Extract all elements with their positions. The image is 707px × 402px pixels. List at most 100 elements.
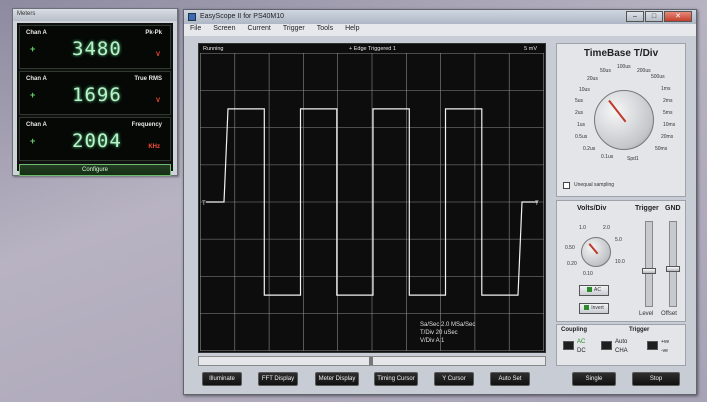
- maximize-button[interactable]: □: [645, 11, 663, 22]
- invert-button-label: Invert: [591, 305, 604, 311]
- scope-graticule: T T: [200, 53, 544, 351]
- scrollbar-thumb[interactable]: [369, 357, 373, 365]
- volts-div-knob[interactable]: [581, 237, 611, 267]
- fft-display-button[interactable]: FFT Display: [258, 372, 298, 386]
- volts-trigger-panel: Volts/Div Trigger GND 1.0 2.0 0.50 5.0 0…: [556, 200, 686, 322]
- volts-label: 10.0: [615, 259, 625, 265]
- trigger-marker-left: T: [202, 201, 206, 207]
- tb-label: 200us: [637, 68, 651, 74]
- coupling-ac: AC: [577, 339, 586, 345]
- configure-button[interactable]: Configure: [19, 164, 171, 176]
- tb-label: 2us: [575, 110, 584, 116]
- meter-unit: KHz: [148, 144, 160, 150]
- coupling-dc: DC: [577, 348, 586, 354]
- trigger-heading: Trigger: [629, 327, 650, 333]
- volts-title: Volts/Div: [577, 205, 607, 212]
- offset-slider[interactable]: [666, 221, 680, 307]
- meter-channel: Chan A: [26, 76, 47, 82]
- trigger-cha: CHA: [615, 348, 628, 354]
- meter-unit: V: [155, 52, 160, 58]
- tb-label: 10us: [579, 87, 590, 93]
- volts-status: 5 mV: [524, 46, 537, 52]
- tb-label: 10ms: [663, 122, 676, 128]
- minimize-button[interactable]: –: [626, 11, 644, 22]
- meters-titlebar[interactable]: Meters: [13, 9, 177, 21]
- gnd-title: GND: [665, 205, 681, 212]
- meter-sign: +: [30, 136, 36, 146]
- meter-sign: +: [30, 90, 36, 100]
- ac-button-label: AC: [594, 287, 601, 293]
- trigger-auto: Auto: [615, 339, 628, 345]
- menu-help[interactable]: Help: [345, 25, 359, 35]
- coupling-switch[interactable]: [563, 341, 574, 350]
- trigger-slope-switch[interactable]: [647, 341, 658, 350]
- acquisition-info: Sa/Sec 2.0 MSa/Sec T/Div 20 uSec V/Div A…: [420, 321, 475, 345]
- window-controls: – □ ✕: [626, 11, 692, 22]
- meter-unit: V: [155, 98, 160, 104]
- window-title: EasyScope II for PS40M10: [200, 13, 285, 20]
- y-cursor-button[interactable]: Y Cursor: [434, 372, 474, 386]
- run-status: Running: [203, 46, 224, 52]
- time-per-div: T/Div 20 uSec: [420, 330, 458, 336]
- meter-pkpk: Chan A Pk-Pk + 3480 V: [19, 25, 171, 69]
- tb-label: 0.1us: [601, 154, 614, 160]
- menu-bar: File Screen Current Trigger Tools Help: [184, 24, 696, 36]
- menu-file[interactable]: File: [190, 25, 201, 35]
- volts-per-div: V/Div A 1: [420, 338, 445, 344]
- timebase-knob[interactable]: [594, 90, 654, 150]
- trigger-status: + Edge Triggered 1: [349, 46, 396, 52]
- tb-label: 100us: [617, 64, 631, 70]
- trigger-mode-switch[interactable]: [601, 341, 612, 350]
- button-bar: Illuminate FFT Display Meter Display Tim…: [198, 372, 688, 389]
- single-button[interactable]: Single: [572, 372, 616, 386]
- illuminate-button[interactable]: Illuminate: [202, 372, 242, 386]
- unequal-sampling-label: Unequal sampling: [574, 182, 615, 188]
- coupling-heading: Coupling: [561, 327, 587, 333]
- menu-tools[interactable]: Tools: [317, 25, 333, 35]
- scope-display[interactable]: Running + Edge Triggered 1 5 mV T T Sa/S…: [198, 43, 546, 353]
- menu-trigger[interactable]: Trigger: [283, 25, 305, 35]
- tb-label: 0.5us: [575, 134, 588, 140]
- slope-neg: -ve: [661, 348, 668, 354]
- main-titlebar[interactable]: EasyScope II for PS40M10 – □ ✕: [184, 10, 696, 24]
- auto-set-button[interactable]: Auto Set: [490, 372, 530, 386]
- tb-label: 1ms: [661, 86, 671, 92]
- close-button[interactable]: ✕: [664, 11, 692, 22]
- meter-type: Pk-Pk: [145, 30, 162, 36]
- volts-label: 1.0: [579, 225, 586, 231]
- menu-screen[interactable]: Screen: [213, 25, 235, 35]
- meter-display-button[interactable]: Meter Display: [315, 372, 359, 386]
- grid-lines: [200, 53, 544, 351]
- volts-label: 2.0: [603, 225, 610, 231]
- slider-grip[interactable]: [642, 268, 656, 274]
- meter-value: 1696: [72, 84, 122, 106]
- sample-rate: Sa/Sec 2.0 MSa/Sec: [420, 322, 476, 328]
- trigger-level-slider[interactable]: [642, 221, 656, 307]
- tb-label: 20ms: [661, 134, 674, 140]
- meter-type: Frequency: [131, 122, 162, 128]
- led-icon: [584, 305, 590, 311]
- invert-button[interactable]: Invert: [579, 303, 609, 314]
- led-icon: [587, 287, 593, 293]
- offset-label: Offset: [661, 311, 677, 317]
- tb-label: 20us: [587, 76, 598, 82]
- timing-cursor-button[interactable]: Timing Cursor: [374, 372, 418, 386]
- stop-button[interactable]: Stop: [632, 372, 680, 386]
- meter-value: 3480: [72, 38, 122, 60]
- ac-button[interactable]: AC: [579, 285, 609, 296]
- tb-label: 50ms: [655, 146, 668, 152]
- meter-sign: +: [30, 44, 36, 54]
- meter-channel: Chan A: [26, 30, 47, 36]
- tb-label: 1us: [577, 122, 586, 128]
- horizontal-scrollbar[interactable]: [198, 356, 546, 366]
- meter-frequency: Chan A Frequency + 2004 KHz: [19, 117, 171, 161]
- slider-grip[interactable]: [666, 266, 680, 272]
- tb-label: 2ms: [663, 98, 673, 104]
- meters-panel: Chan A Pk-Pk + 3480 V Chan A True RMS + …: [17, 23, 173, 176]
- meter-rms: Chan A True RMS + 1696 V: [19, 71, 171, 115]
- unequal-sampling-checkbox[interactable]: [563, 182, 570, 189]
- tb-label: 50us: [600, 68, 611, 74]
- meter-value: 2004: [72, 130, 122, 152]
- menu-current[interactable]: Current: [247, 25, 270, 35]
- tb-label: 0.2us: [583, 146, 596, 152]
